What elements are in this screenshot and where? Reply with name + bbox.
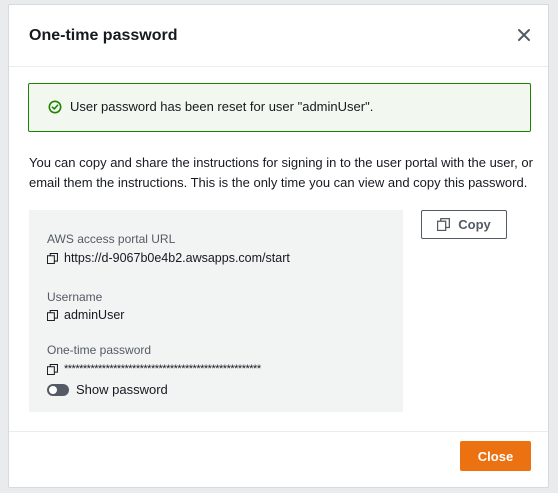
copy-icon[interactable] xyxy=(47,363,58,375)
password-value: ****************************************… xyxy=(64,363,261,375)
copy-button-label: Copy xyxy=(458,217,491,232)
portal-url-label: AWS access portal URL xyxy=(47,232,176,246)
portal-url-value: https://d-9067b0e4b2.awsapps.com/start xyxy=(64,251,290,265)
toggle-switch[interactable] xyxy=(47,383,69,396)
password-label: One-time password xyxy=(47,343,152,357)
modal-footer xyxy=(9,431,548,432)
toggle-knob xyxy=(49,385,57,394)
close-icon[interactable] xyxy=(516,27,532,43)
close-button-label: Close xyxy=(477,448,514,464)
copy-button[interactable]: Copy xyxy=(421,210,507,239)
username-label: Username xyxy=(47,290,103,304)
credentials-box: AWS access portal URL https://d-9067b0e4… xyxy=(29,210,403,412)
one-time-password-modal: One-time password User password has been… xyxy=(8,4,549,488)
copy-icon[interactable] xyxy=(47,252,58,264)
modal-title: One-time password xyxy=(29,27,178,44)
username-row: adminUser xyxy=(47,307,124,323)
show-password-label: Show password xyxy=(76,382,168,397)
instructions-text: You can copy and share the instructions … xyxy=(29,155,533,190)
check-circle-icon xyxy=(48,100,62,114)
close-button[interactable]: Close xyxy=(460,441,531,471)
modal-header: One-time password xyxy=(9,5,548,67)
username-value: adminUser xyxy=(64,308,125,322)
show-password-toggle[interactable]: Show password xyxy=(47,382,168,397)
copy-icon xyxy=(437,218,451,231)
copy-icon[interactable] xyxy=(47,309,58,321)
portal-url-row: https://d-9067b0e4b2.awsapps.com/start xyxy=(47,250,290,266)
alert-message: User password has been reset for user "a… xyxy=(70,99,374,114)
success-alert: User password has been reset for user "a… xyxy=(28,83,531,132)
password-row: ****************************************… xyxy=(47,361,261,377)
